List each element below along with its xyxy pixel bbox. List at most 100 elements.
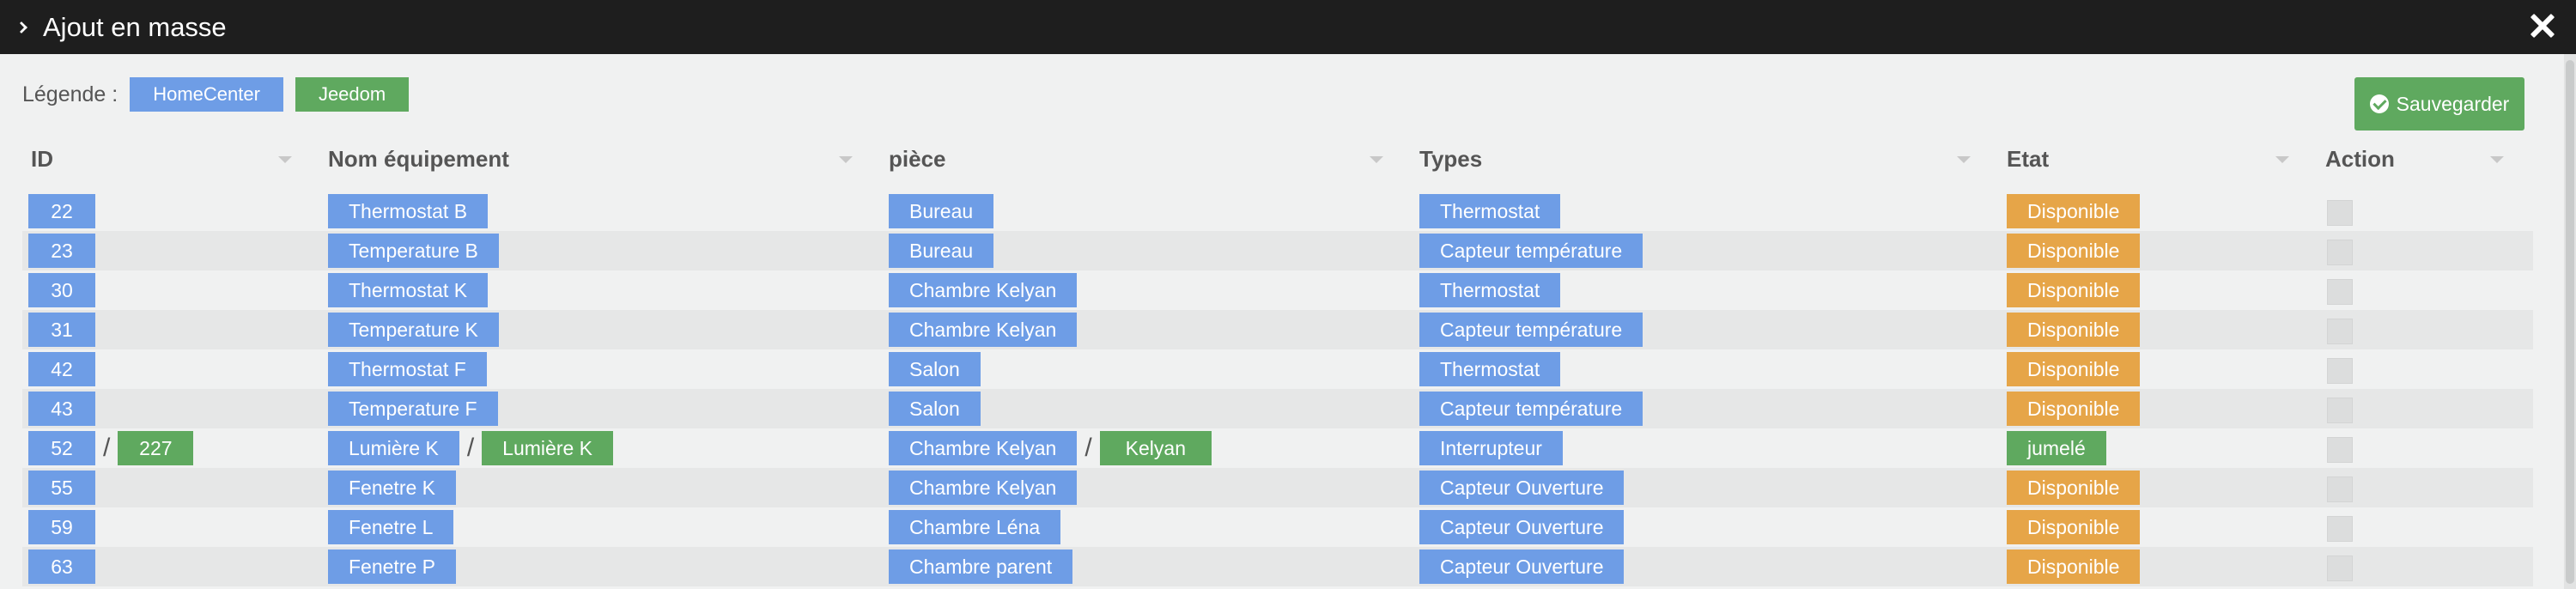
state-badge: Disponible	[2007, 471, 2141, 505]
modal-titlebar: Ajout en masse	[0, 0, 2576, 54]
state-badge: Disponible	[2007, 352, 2141, 386]
type-tag: Capteur Ouverture	[1419, 471, 1625, 505]
state-badge: Disponible	[2007, 313, 2141, 347]
jeedom-id-tag: 227	[118, 431, 194, 465]
room-tag: Chambre Kelyan	[889, 471, 1078, 505]
equipment-name-tag: Temperature B	[328, 234, 499, 268]
room-tag: Salon	[889, 392, 981, 426]
pair-separator: /	[1084, 434, 1092, 462]
state-badge: jumelé	[2007, 431, 2106, 465]
column-header-name[interactable]: Nom équipement	[328, 137, 509, 180]
table-row: 31 Temperature K Chambre Kelyan Capteur …	[22, 310, 2533, 349]
equipment-table-body: 22 Thermostat B Bureau Thermostat Dispon…	[22, 191, 2533, 586]
room-tag: Chambre Kelyan	[889, 273, 1078, 307]
room-tag: Salon	[889, 352, 981, 386]
table-row: 52 / 227 Lumière K / Lumière K Chambre K…	[22, 428, 2533, 468]
type-tag: Capteur Ouverture	[1419, 510, 1625, 544]
action-checkbox[interactable]	[2327, 515, 2353, 542]
type-tag: Capteur Ouverture	[1419, 550, 1625, 584]
homecenter-id-tag: 43	[28, 392, 95, 426]
state-badge: Disponible	[2007, 550, 2141, 584]
state-badge: Disponible	[2007, 234, 2141, 268]
legend-label: Légende :	[22, 82, 118, 106]
legend-jeedom-chip: Jeedom	[295, 77, 410, 112]
state-badge: Disponible	[2007, 273, 2141, 307]
type-tag: Thermostat	[1419, 194, 1561, 228]
equipment-name-tag: Temperature F	[328, 392, 498, 426]
action-checkbox[interactable]	[2327, 239, 2353, 265]
action-checkbox[interactable]	[2327, 199, 2353, 226]
jeedom-room-tag: Kelyan	[1099, 431, 1212, 465]
column-header-action[interactable]: Action	[2325, 137, 2395, 180]
save-button-label: Sauvegarder	[2396, 92, 2510, 115]
pair-separator: /	[466, 434, 475, 462]
sort-caret-icon[interactable]	[2490, 156, 2504, 163]
equipment-name-tag: Thermostat B	[328, 194, 489, 228]
room-tag: Bureau	[889, 234, 994, 268]
column-header-types[interactable]: Types	[1419, 137, 1482, 180]
table-row: 22 Thermostat B Bureau Thermostat Dispon…	[22, 191, 2533, 231]
table-row: 55 Fenetre K Chambre Kelyan Capteur Ouve…	[22, 468, 2533, 507]
homecenter-id-tag: 22	[28, 194, 95, 228]
table-row: 59 Fenetre L Chambre Léna Capteur Ouvert…	[22, 507, 2533, 547]
action-checkbox[interactable]	[2327, 397, 2353, 423]
sort-caret-icon[interactable]	[1957, 156, 1971, 163]
close-icon[interactable]	[2528, 11, 2557, 40]
legend: Légende : HomeCenter Jeedom	[22, 77, 410, 112]
type-tag: Capteur température	[1419, 392, 1643, 426]
save-button[interactable]: Sauvegarder	[2354, 77, 2524, 131]
type-tag: Thermostat	[1419, 352, 1561, 386]
chevron-right-icon	[15, 21, 27, 33]
legend-homecenter-chip: HomeCenter	[130, 77, 283, 112]
room-tag: Chambre parent	[889, 550, 1073, 584]
scrollbar-thumb[interactable]	[2566, 60, 2574, 584]
equipment-name-tag: Fenetre K	[328, 471, 456, 505]
equipment-name-tag: Fenetre L	[328, 510, 454, 544]
homecenter-id-tag: 59	[28, 510, 95, 544]
table-row: 63 Fenetre P Chambre parent Capteur Ouve…	[22, 547, 2533, 586]
sort-caret-icon[interactable]	[2275, 156, 2289, 163]
action-checkbox[interactable]	[2327, 278, 2353, 305]
column-header-id[interactable]: ID	[31, 137, 53, 180]
equipment-name-tag: Lumière K	[328, 431, 459, 465]
homecenter-id-tag: 63	[28, 550, 95, 584]
action-checkbox[interactable]	[2327, 357, 2353, 384]
equipment-name-tag: Fenetre P	[328, 550, 456, 584]
action-checkbox[interactable]	[2327, 318, 2353, 344]
jeedom-equipment-name-tag: Lumière K	[482, 431, 613, 465]
homecenter-id-tag: 30	[28, 273, 95, 307]
homecenter-id-tag: 55	[28, 471, 95, 505]
homecenter-id-tag: 42	[28, 352, 95, 386]
homecenter-id-tag: 31	[28, 313, 95, 347]
room-tag: Chambre Kelyan	[889, 431, 1078, 465]
type-tag: Thermostat	[1419, 273, 1561, 307]
room-tag: Chambre Léna	[889, 510, 1061, 544]
room-tag: Bureau	[889, 194, 994, 228]
action-checkbox[interactable]	[2327, 476, 2353, 502]
equipment-name-tag: Thermostat K	[328, 273, 489, 307]
action-checkbox[interactable]	[2327, 436, 2353, 463]
table-header: ID Nom équipement pièce Types Etat Actio…	[22, 137, 2533, 189]
check-circle-icon	[2369, 94, 2389, 113]
state-badge: Disponible	[2007, 392, 2141, 426]
table-row: 30 Thermostat K Chambre Kelyan Thermosta…	[22, 270, 2533, 310]
state-badge: Disponible	[2007, 510, 2141, 544]
state-badge: Disponible	[2007, 194, 2141, 228]
column-header-state[interactable]: Etat	[2007, 137, 2049, 180]
pair-separator: /	[103, 434, 111, 462]
type-tag: Capteur température	[1419, 234, 1643, 268]
type-tag: Interrupteur	[1419, 431, 1563, 465]
equipment-name-tag: Temperature K	[328, 313, 499, 347]
table-row: 43 Temperature F Salon Capteur températu…	[22, 389, 2533, 428]
equipment-name-tag: Thermostat F	[328, 352, 487, 386]
column-header-room[interactable]: pièce	[889, 137, 946, 180]
room-tag: Chambre Kelyan	[889, 313, 1078, 347]
sort-caret-icon[interactable]	[839, 156, 853, 163]
type-tag: Capteur température	[1419, 313, 1643, 347]
sort-caret-icon[interactable]	[278, 156, 292, 163]
homecenter-id-tag: 52	[28, 431, 95, 465]
homecenter-id-tag: 23	[28, 234, 95, 268]
sort-caret-icon[interactable]	[1370, 156, 1383, 163]
action-checkbox[interactable]	[2327, 555, 2353, 581]
modal-title: Ajout en masse	[43, 11, 227, 42]
